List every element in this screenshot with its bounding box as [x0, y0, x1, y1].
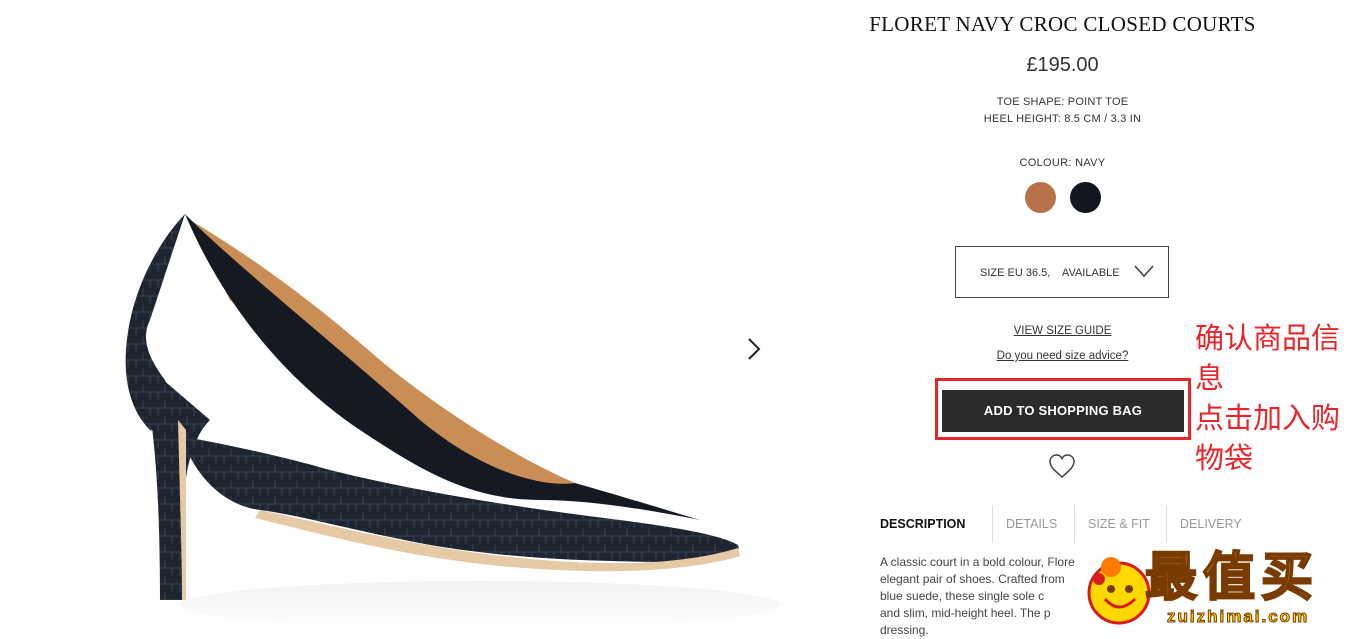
- tab-details[interactable]: DETAILS: [1006, 505, 1057, 543]
- product-image-area: [0, 0, 860, 631]
- size-select-value: SIZE EU 36.5, AVAILABLE: [980, 267, 1120, 279]
- watermark-url: zuizhimai.com: [1166, 607, 1310, 627]
- size-select[interactable]: SIZE EU 36.5, AVAILABLE: [955, 246, 1169, 298]
- tab-delivery[interactable]: DELIVERY: [1180, 505, 1242, 543]
- annotation-line: 物袋: [1195, 441, 1254, 475]
- product-tabs: DESCRIPTION DETAILS SIZE & FIT DELIVERY: [870, 505, 1260, 543]
- chevron-right-icon[interactable]: [742, 333, 766, 365]
- watermark-logo: 最值买 zuizhimai.com: [1083, 547, 1357, 631]
- colour-label: COLOUR: NAVY: [1019, 157, 1106, 169]
- colour-swatch-navy[interactable]: [1070, 182, 1101, 213]
- annotation-line: 息: [1195, 361, 1225, 395]
- tab-divider: [992, 505, 993, 543]
- tab-size-fit[interactable]: SIZE & FIT: [1088, 505, 1150, 543]
- product-price: £195.00: [1026, 54, 1099, 76]
- product-info-panel: FLORET NAVY CROC CLOSED COURTS £195.00 T…: [860, 0, 1265, 637]
- annotation-text: 确认商品信 息 点击加入购 物袋: [1195, 318, 1357, 478]
- tab-divider: [1074, 505, 1075, 543]
- annotation-line: 点击加入购: [1195, 401, 1341, 435]
- heart-outline-icon[interactable]: [1048, 453, 1076, 479]
- tab-description[interactable]: DESCRIPTION: [880, 505, 965, 543]
- chevron-down-icon: [1134, 265, 1154, 278]
- product-image: [125, 214, 780, 629]
- add-to-bag-button[interactable]: ADD TO SHOPPING BAG: [942, 390, 1184, 432]
- annotation-line: 确认商品信: [1195, 321, 1341, 355]
- product-title: FLORET NAVY CROC CLOSED COURTS: [869, 12, 1256, 36]
- heel-height: HEEL HEIGHT: 8.5 CM / 3.3 IN: [983, 113, 1142, 125]
- watermark-text: 最值买: [1144, 548, 1320, 608]
- colour-swatch-tan[interactable]: [1025, 182, 1056, 213]
- tab-divider: [1166, 505, 1167, 543]
- toe-shape: TOE SHAPE: POINT TOE: [996, 96, 1129, 108]
